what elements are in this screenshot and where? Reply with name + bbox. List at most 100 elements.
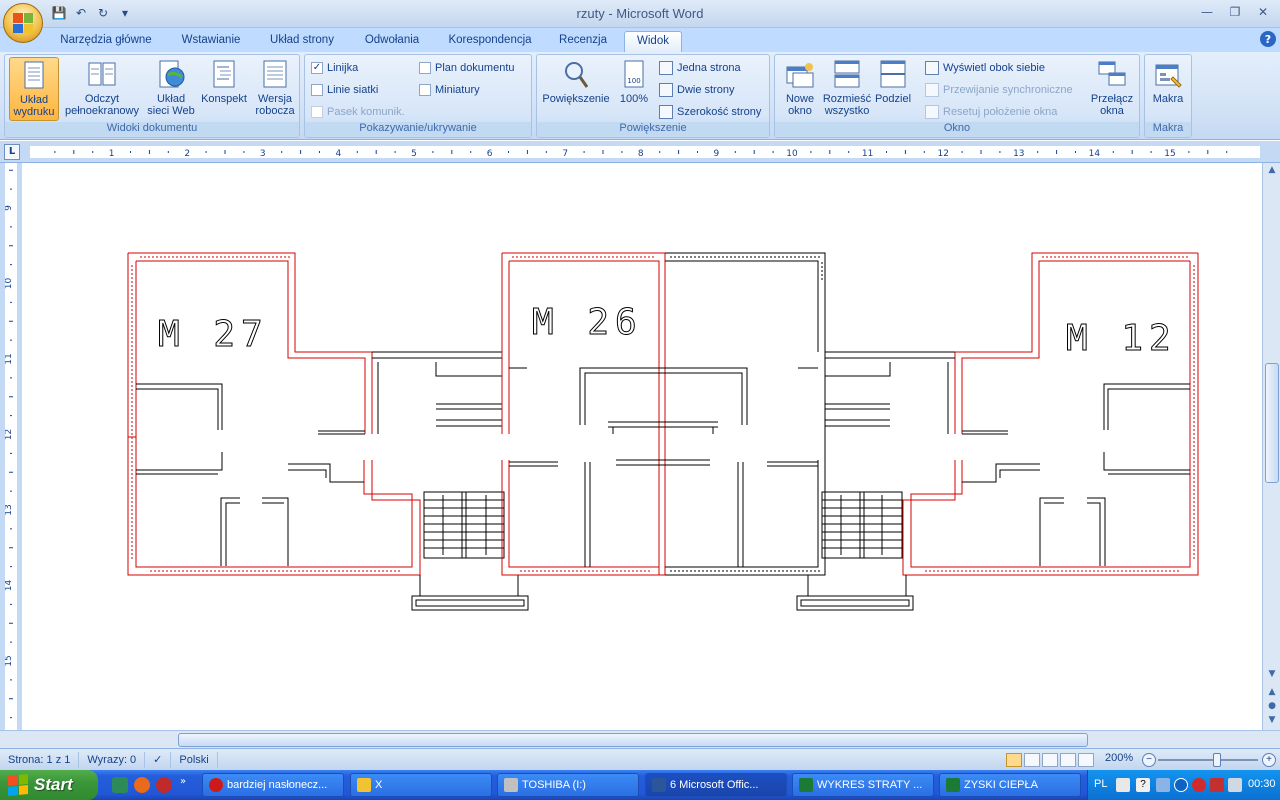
tab-view[interactable]: Widok	[624, 31, 682, 52]
two-pages-button[interactable]: Dwie strony	[659, 81, 734, 99]
next-page-icon[interactable]: ▼	[1265, 715, 1279, 729]
word-count[interactable]: Wyrazy: 0	[79, 751, 146, 768]
split-button[interactable]: Podziel	[873, 57, 913, 121]
ruler-track[interactable]: 1 2 3 4 5 6 7 8 9 10 11 12 13 14 15	[30, 146, 1260, 159]
scroll-up-icon[interactable]: ▲	[1265, 165, 1279, 179]
thumbnails-checkbox-box[interactable]	[419, 84, 431, 96]
document-map-checkbox-box[interactable]	[419, 62, 431, 74]
antivirus-icon[interactable]	[1192, 778, 1206, 792]
zoom-slider-handle[interactable]	[1213, 753, 1221, 767]
office-button[interactable]	[3, 3, 43, 43]
excel-icon	[946, 778, 960, 792]
zoom-100-button[interactable]: 100 100%	[615, 57, 653, 121]
group-label-show-hide: Pokazywanie/ukrywanie	[305, 122, 531, 137]
taskbar-item[interactable]: WYKRES STRATY ...	[792, 773, 934, 797]
windows-flag-icon	[8, 773, 28, 797]
taskbar-item-label: 6 Microsoft Offic...	[670, 779, 759, 791]
proofing-icon[interactable]: ✓	[145, 751, 172, 768]
language-indicator[interactable]: PL	[1094, 778, 1107, 790]
minimize-icon[interactable]: —	[1196, 3, 1218, 21]
taskbar-item[interactable]: 6 Microsoft Offic...	[645, 773, 787, 797]
chrome-icon[interactable]	[156, 777, 172, 793]
zoom-in-icon[interactable]: +	[1262, 753, 1276, 767]
tab-home[interactable]: Narzędzia główne	[52, 31, 160, 52]
keyboard-icon[interactable]	[1116, 778, 1130, 792]
close-icon[interactable]: ✕	[1252, 3, 1274, 21]
previous-page-icon[interactable]: ▲	[1265, 687, 1279, 701]
zoom-slider[interactable]	[1158, 759, 1258, 761]
browse-object-icon[interactable]: ●	[1265, 701, 1279, 715]
arrange-all-button[interactable]: Rozmieść wszystko	[821, 57, 873, 121]
view-full-screen-icon[interactable]	[1024, 753, 1040, 767]
web-layout-button[interactable]: Układ sieci Web	[145, 57, 197, 121]
outline-button[interactable]: Konspekt	[199, 57, 249, 121]
view-side-by-side-button[interactable]: Wyświetl obok siebie	[925, 59, 1045, 77]
restore-icon[interactable]: ❐	[1224, 3, 1246, 21]
quick-launch-more-icon[interactable]: »	[180, 776, 190, 792]
tab-page-layout[interactable]: Układ strony	[260, 31, 344, 52]
zoom-button[interactable]: Powiększenie	[539, 57, 613, 121]
taskbar-item[interactable]: X	[350, 773, 492, 797]
draft-button[interactable]: Wersja robocza	[251, 57, 299, 121]
taskbar-item[interactable]: TOSHIBA (I:)	[497, 773, 639, 797]
zoom-level[interactable]: 200%	[1105, 752, 1133, 764]
tab-selector-icon[interactable]: L	[4, 144, 20, 160]
view-outline-icon[interactable]	[1060, 753, 1076, 767]
split-label: Podziel	[874, 93, 912, 105]
side-by-side-icon	[925, 61, 939, 75]
ruler-number: 7	[562, 149, 568, 158]
clock[interactable]: 00:30	[1248, 778, 1276, 790]
quick-launch-app-icon[interactable]	[112, 777, 128, 793]
horizontal-scroll-thumb[interactable]	[178, 733, 1088, 747]
tab-mailings[interactable]: Korespondencja	[440, 31, 540, 52]
one-page-button[interactable]: Jedna strona	[659, 59, 741, 77]
ruler-number: 15	[1164, 149, 1175, 158]
tab-references[interactable]: Odwołania	[354, 31, 430, 52]
full-screen-reading-button[interactable]: Odczyt pełnoekranowy	[61, 57, 143, 121]
language[interactable]: Polski	[171, 751, 218, 768]
monitor-icon[interactable]	[1228, 778, 1242, 792]
help-tray-icon[interactable]: ?	[1136, 778, 1150, 792]
message-bar-checkbox: Pasek komunik.	[311, 103, 405, 121]
ruler-checkbox-box[interactable]: ✓	[311, 62, 323, 74]
view-web-icon[interactable]	[1042, 753, 1058, 767]
macros-button[interactable]: Makra	[1147, 57, 1189, 121]
document-page[interactable]: M 27 M 26 M 12	[22, 163, 1262, 730]
print-layout-button[interactable]: Układ wydruku	[9, 57, 59, 121]
start-button[interactable]: Start	[0, 770, 98, 800]
scroll-down-icon[interactable]: ▼	[1265, 669, 1279, 683]
ruler-number: 6	[487, 149, 493, 158]
switch-windows-button[interactable]: Przełącz okna	[1089, 57, 1135, 121]
new-window-label: Nowe okno	[785, 93, 815, 117]
thumbnails-checkbox[interactable]: Miniatury	[419, 81, 480, 99]
document-map-checkbox[interactable]: Plan dokumentu	[419, 59, 515, 77]
gridlines-checkbox-box[interactable]	[311, 84, 323, 96]
vertical-ruler-number: 12	[5, 429, 14, 440]
ruler-checkbox[interactable]: ✓ Linijka	[311, 59, 358, 77]
view-draft-icon[interactable]	[1078, 753, 1094, 767]
web-layout-icon	[159, 60, 185, 88]
group-window: Nowe okno Rozmieść wszystko Podziel Wyśw…	[774, 54, 1140, 138]
tab-insert[interactable]: Wstawianie	[170, 31, 252, 52]
taskbar-item[interactable]: bardziej nasłonecz...	[202, 773, 344, 797]
zoom-out-icon[interactable]: −	[1142, 753, 1156, 767]
outline-icon	[213, 60, 235, 88]
view-print-layout-icon[interactable]	[1006, 753, 1022, 767]
group-label-document-views: Widoki dokumentu	[5, 122, 299, 137]
firefox-icon[interactable]	[134, 777, 150, 793]
page-count[interactable]: Strona: 1 z 1	[0, 751, 80, 768]
gridlines-checkbox[interactable]: Linie siatki	[311, 81, 378, 99]
help-icon[interactable]: ?	[1260, 31, 1276, 47]
horizontal-scrollbar[interactable]	[0, 730, 1280, 748]
page-width-button[interactable]: Szerokość strony	[659, 103, 761, 121]
security-icon[interactable]	[1210, 778, 1224, 792]
bluetooth-icon[interactable]	[1174, 778, 1188, 792]
reset-window-position-button: Resetuj położenie okna	[925, 103, 1057, 121]
vertical-scrollbar[interactable]: ▲ ▼ ▲ ● ▼	[1262, 163, 1280, 730]
taskbar-item[interactable]: ZYSKI CIEPŁA	[939, 773, 1081, 797]
new-window-button[interactable]: Nowe okno	[777, 57, 823, 121]
vertical-ruler-track[interactable]: 9 10 11 12 13 14 15	[4, 163, 17, 730]
network-icon[interactable]	[1156, 778, 1170, 792]
tab-review[interactable]: Recenzja	[550, 31, 616, 52]
vertical-scroll-thumb[interactable]	[1265, 363, 1279, 483]
